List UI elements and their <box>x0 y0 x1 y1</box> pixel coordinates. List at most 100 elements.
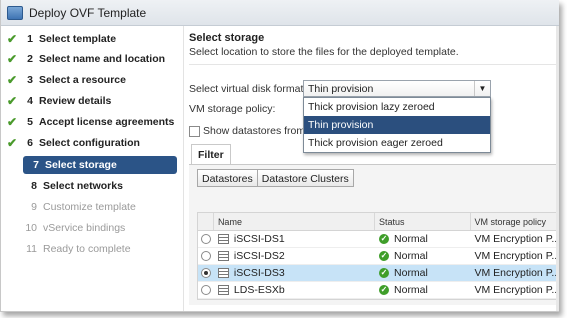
status-ok-icon: ✓ <box>379 285 390 295</box>
table-row[interactable]: iSCSI-DS1 ✓ Normal VM Encryption P... <box>198 231 559 248</box>
step-number: 2 <box>27 53 33 65</box>
step-number: 5 <box>27 116 33 128</box>
table-row-selected[interactable]: iSCSI-DS3 ✓ Normal VM Encryption P... <box>198 265 559 282</box>
scrollbar[interactable] <box>556 26 559 311</box>
check-icon: ✔ <box>6 73 18 87</box>
table-row[interactable]: LDS-ESXb ✓ Normal VM Encryption P... <box>198 282 559 299</box>
row-radio-cell <box>198 265 214 282</box>
row-status-cell: ✓ Normal <box>375 265 470 282</box>
row-policy-cell: VM Encryption P... <box>474 284 560 296</box>
header-status[interactable]: Status <box>375 213 471 230</box>
show-datastores-label: Show datastores from <box>203 125 306 137</box>
datastores-button[interactable]: Datastores <box>197 169 258 187</box>
step-vservice-bindings: 10 vService bindings <box>23 219 197 237</box>
window-titlebar: Deploy OVF Template <box>1 0 559 26</box>
storage-policy-label: VM storage policy: <box>189 103 276 115</box>
row-status-cell: ✓ Normal <box>375 282 470 299</box>
disk-format-label: Select virtual disk format: <box>189 83 307 95</box>
row-status-cell: ✓ Normal <box>375 231 470 248</box>
row-name-cell: iSCSI-DS1 <box>214 231 375 248</box>
datastore-name: LDS-ESXb <box>233 284 285 296</box>
disk-format-value: Thin provision <box>308 83 374 95</box>
row-radio[interactable] <box>200 285 211 295</box>
step-review-details[interactable]: ✔ 4 Review details <box>5 92 179 110</box>
check-icon: ✔ <box>6 136 18 150</box>
window-title: Deploy OVF Template <box>29 6 147 20</box>
status-text: Normal <box>394 233 428 245</box>
vm-template-icon <box>7 6 23 20</box>
datastore-icon <box>217 268 229 278</box>
step-number: 7 <box>33 159 39 171</box>
header-storage-policy[interactable]: VM storage policy <box>471 213 560 230</box>
row-radio-selected[interactable] <box>200 268 211 278</box>
row-policy-cell: VM Encryption P... <box>474 250 560 262</box>
datastore-name: iSCSI-DS1 <box>233 233 285 245</box>
row-policy-cell: VM Encryption P... <box>474 267 560 279</box>
step-number: 4 <box>27 95 33 107</box>
step-label: Ready to complete <box>43 243 131 255</box>
table-row[interactable]: iSCSI-DS2 ✓ Normal VM Encryption P... <box>198 248 559 265</box>
datastore-toggle-group: Datastores Datastore Clusters <box>197 169 354 187</box>
status-ok-icon: ✓ <box>379 234 390 244</box>
step-number: 11 <box>26 243 37 255</box>
row-name-cell: iSCSI-DS3 <box>214 265 375 282</box>
header-divider <box>189 64 559 65</box>
check-icon: ✔ <box>6 94 18 108</box>
header-name[interactable]: Name <box>214 213 376 230</box>
datastore-grid: Name Status VM storage policy iSCSI-DS1 … <box>197 212 559 300</box>
option-thick-lazy[interactable]: Thick provision lazy zeroed <box>304 98 490 116</box>
disk-format-dropdown: Thick provision lazy zeroed Thin provisi… <box>303 97 491 153</box>
step-select-name-location[interactable]: ✔ 2 Select name and location <box>5 50 179 68</box>
row-radio-cell <box>198 248 214 265</box>
show-datastores-checkbox[interactable] <box>189 126 200 137</box>
step-label: Accept license agreements <box>39 116 175 128</box>
status-text: Normal <box>394 250 428 262</box>
step-accept-license[interactable]: ✔ 5 Accept license agreements <box>5 113 179 131</box>
row-policy-cell: VM Encryption P... <box>474 233 560 245</box>
datastore-icon <box>217 234 229 244</box>
step-label: Review details <box>39 95 112 107</box>
step-label: Select template <box>39 33 117 45</box>
row-radio[interactable] <box>200 234 211 244</box>
row-status-cell: ✓ Normal <box>375 248 470 265</box>
row-radio[interactable] <box>200 251 211 261</box>
datastore-clusters-button[interactable]: Datastore Clusters <box>257 169 354 187</box>
step-select-storage[interactable]: 7 Select storage <box>23 156 177 174</box>
step-select-resource[interactable]: ✔ 3 Select a resource <box>5 71 179 89</box>
chevron-down-icon[interactable]: ▼ <box>474 81 490 96</box>
option-thick-eager[interactable]: Thick provision eager zeroed <box>304 134 490 152</box>
tab-filter[interactable]: Filter <box>191 144 231 164</box>
status-text: Normal <box>394 284 428 296</box>
step-label: Select networks <box>43 180 123 192</box>
step-number: 3 <box>27 74 33 86</box>
step-label: vService bindings <box>43 222 126 234</box>
step-select-networks[interactable]: 8 Select networks <box>23 177 197 195</box>
grid-header: Name Status VM storage policy <box>198 213 559 231</box>
header-select-column <box>198 213 214 230</box>
step-number: 9 <box>31 201 37 213</box>
step-number: 10 <box>25 222 37 234</box>
deploy-ovf-wizard: Deploy OVF Template ✔ 1 Select template … <box>0 0 559 312</box>
step-ready-to-complete: 11 Ready to complete <box>23 240 197 258</box>
step-customize-template: 9 Customize template <box>23 198 197 216</box>
row-radio-cell <box>198 231 214 248</box>
step-label: Select configuration <box>39 137 140 149</box>
row-name-cell: iSCSI-DS2 <box>214 248 375 265</box>
status-text: Normal <box>394 267 428 279</box>
disk-format-select[interactable]: Thin provision ▼ <box>303 80 491 97</box>
steps-divider <box>183 26 184 311</box>
datastore-icon <box>217 251 229 261</box>
step-number: 1 <box>27 33 33 45</box>
datastore-icon <box>217 285 229 295</box>
step-label: Select a resource <box>39 74 126 86</box>
step-select-template[interactable]: ✔ 1 Select template <box>5 30 179 48</box>
step-label: Customize template <box>43 201 136 213</box>
check-icon: ✔ <box>6 52 18 66</box>
step-number: 8 <box>31 180 37 192</box>
step-number: 6 <box>27 137 33 149</box>
datastore-name: iSCSI-DS2 <box>233 250 285 262</box>
page-title: Select storage <box>189 32 265 44</box>
step-select-configuration[interactable]: ✔ 6 Select configuration <box>5 134 179 152</box>
check-icon: ✔ <box>6 32 18 46</box>
option-thin[interactable]: Thin provision <box>304 116 490 134</box>
